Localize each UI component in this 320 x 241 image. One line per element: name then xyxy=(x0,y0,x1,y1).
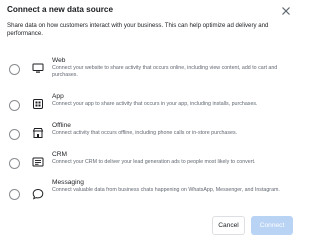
close-button[interactable] xyxy=(279,4,293,18)
option-app[interactable]: App Connect your app to share activity t… xyxy=(0,91,300,121)
dialog-subtitle: Share data on how customers interact wit… xyxy=(7,22,269,38)
option-offline[interactable]: Offline Connect activity that occurs off… xyxy=(0,120,300,150)
dialog-header: Connect a new data source xyxy=(7,4,293,20)
option-messaging[interactable]: Messaging Connect valuable data from bus… xyxy=(0,177,300,207)
option-web[interactable]: Web Connect your website to share activi… xyxy=(0,55,300,85)
option-crm[interactable]: CRM Connect your CRM to deliver your lea… xyxy=(0,149,300,179)
option-title: CRM xyxy=(52,151,68,158)
option-description: Connect valuable data from business chat… xyxy=(52,187,280,193)
connect-button[interactable]: Connect xyxy=(251,216,293,235)
radio-web[interactable] xyxy=(9,64,20,75)
dialog-title: Connect a new data source xyxy=(7,5,114,14)
radio-crm[interactable] xyxy=(9,158,20,169)
option-description: Connect your app to share activity that … xyxy=(52,101,258,107)
option-description: Connect your website to share activity t… xyxy=(52,65,278,78)
option-title: Offline xyxy=(52,122,71,129)
option-title: App xyxy=(52,93,64,100)
radio-offline[interactable] xyxy=(9,129,20,140)
option-title: Messaging xyxy=(52,179,84,186)
app-icon xyxy=(31,97,45,111)
radio-app[interactable] xyxy=(9,100,20,111)
close-icon xyxy=(282,7,290,15)
dialog-footer: Cancel Connect xyxy=(0,216,300,238)
connect-data-source-dialog: Connect a new data source Share data on … xyxy=(0,0,300,241)
radio-messaging[interactable] xyxy=(9,189,20,200)
cancel-button[interactable]: Cancel xyxy=(212,216,245,235)
chat-icon xyxy=(31,187,45,201)
desktop-icon xyxy=(31,61,45,75)
option-title: Web xyxy=(52,57,66,64)
crm-icon xyxy=(31,155,45,169)
option-description: Connect activity that occurs offline, in… xyxy=(52,130,238,136)
store-icon xyxy=(31,126,45,140)
option-description: Connect your CRM to deliver your lead ge… xyxy=(52,159,256,165)
